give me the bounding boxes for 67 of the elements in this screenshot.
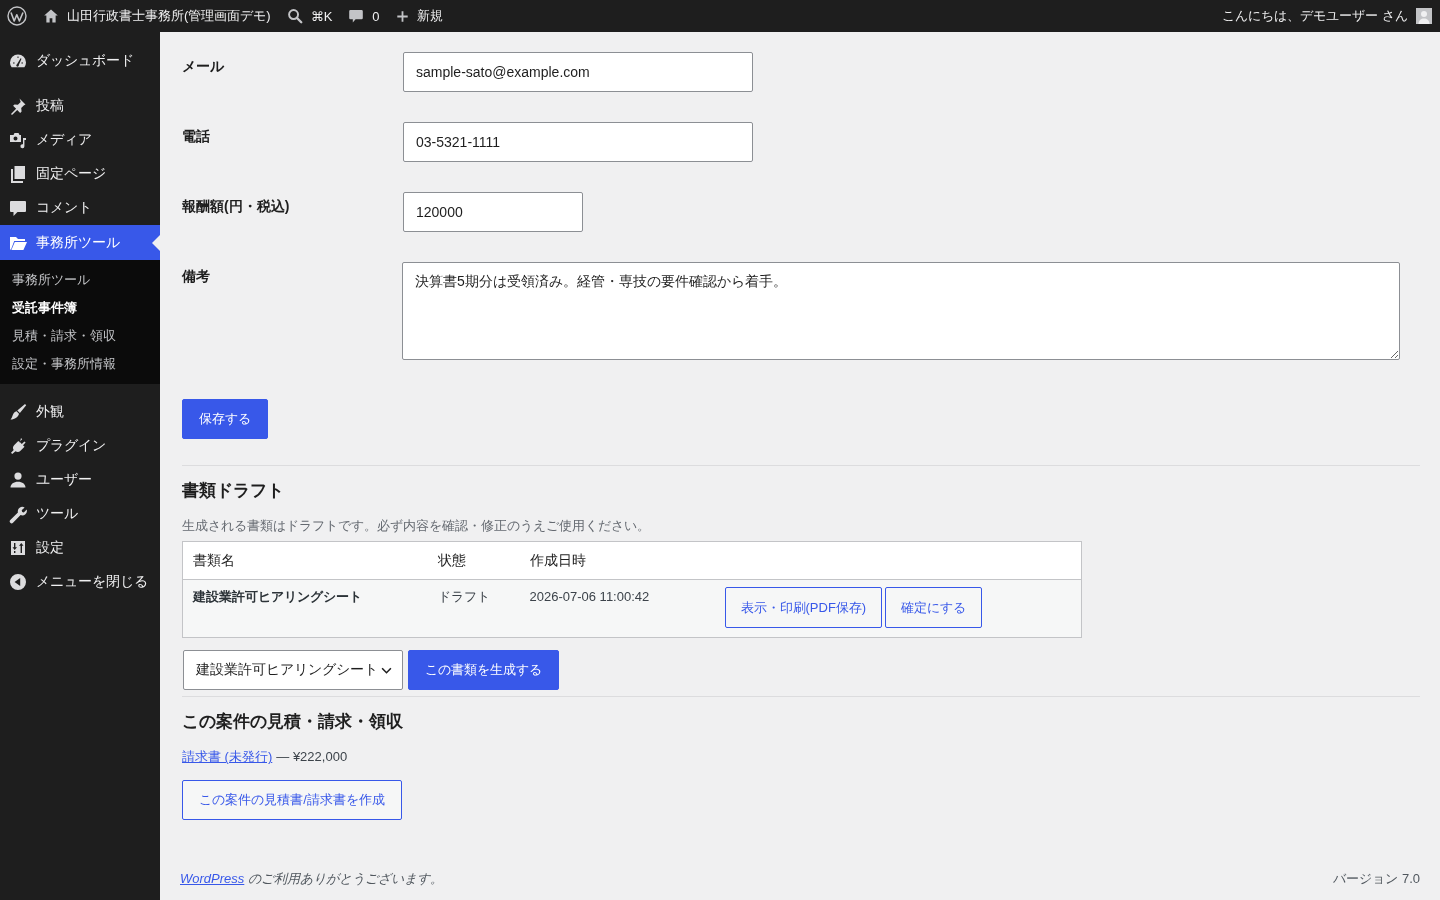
avatar-icon xyxy=(1416,8,1432,24)
textarea-field[interactable]: 決算書5期分は受領済み。経管・専技の要件確認から着手。 xyxy=(402,262,1400,360)
menu-item[interactable]: 外観 xyxy=(0,395,160,429)
field-label: 電話 xyxy=(182,127,210,146)
field-label: メール xyxy=(182,57,224,76)
input-field[interactable]: 03-5321-1111 xyxy=(403,122,753,162)
menu-item[interactable]: メディア xyxy=(0,123,160,157)
pin-icon xyxy=(8,96,28,116)
collapse-menu-button[interactable]: メニューを閉じる xyxy=(0,565,160,599)
invoice-amount: — ¥222,000 xyxy=(276,748,348,766)
number-field[interactable]: 120000 xyxy=(403,192,583,232)
search-button[interactable]: ⌘K xyxy=(278,0,341,32)
section-heading: この案件の見積・請求・領収 xyxy=(182,711,404,733)
menu-item[interactable]: 固定ページ xyxy=(0,157,160,191)
column-header: 作成日時 xyxy=(519,541,715,580)
table-cell: 建設業許可ヒアリングシート xyxy=(182,579,428,638)
create-estimate-button[interactable]: この案件の見積書/請求書を作成 xyxy=(182,780,402,820)
document-type-select[interactable]: 建設業許可ヒアリングシート xyxy=(183,650,403,690)
plus-icon xyxy=(395,9,409,23)
submenu-item[interactable]: 受託事件簿 xyxy=(0,294,160,322)
logo-icon[interactable] xyxy=(7,6,27,26)
wordpress-link[interactable]: WordPress xyxy=(180,871,245,886)
menu-item[interactable]: 投稿 xyxy=(0,89,160,123)
action-button[interactable]: 表示・印刷(PDF保存) xyxy=(724,587,883,628)
site-title-link[interactable]: 山田行政書士事務所(管理画面デモ) xyxy=(35,0,279,32)
save-button[interactable]: 保存する xyxy=(182,399,268,439)
field-label: 報酬額(円・税込) xyxy=(182,197,290,216)
section-heading: 書類ドラフト xyxy=(182,480,285,502)
new-content-link[interactable]: 新規 xyxy=(387,0,451,32)
section-description: 生成される書類はドラフトです。必ず内容を確認・修正のうえご使用ください。 xyxy=(182,517,651,535)
current-page-arrow-icon xyxy=(152,235,160,251)
generate-button[interactable]: この書類を生成する xyxy=(408,650,559,690)
menu-item[interactable]: プラグイン xyxy=(0,429,160,463)
plug-icon xyxy=(8,436,28,456)
collapse-arrow-icon xyxy=(8,572,28,592)
speech-bubble-icon xyxy=(8,198,28,218)
chevron-down-icon xyxy=(381,666,392,674)
submenu-item[interactable]: 設定・事務所情報 xyxy=(0,350,160,378)
menu-item[interactable]: 設定 xyxy=(0,531,160,565)
table-cell: 2026-07-06 11:00:42 xyxy=(519,579,715,638)
field-label: 備考 xyxy=(182,267,210,286)
account-link[interactable]: こんにちは、デモユーザー さん xyxy=(1214,0,1440,32)
footer-thanks: WordPress のご利用ありがとうございます。 xyxy=(180,870,443,888)
submenu-item[interactable]: 見積・請求・領収 xyxy=(0,322,160,350)
home-icon xyxy=(43,8,59,24)
version-text: バージョン 7.0 xyxy=(1333,870,1420,888)
menu-item[interactable]: ダッシュボード xyxy=(0,44,160,78)
search-icon xyxy=(286,8,303,24)
wrench-icon xyxy=(8,504,28,524)
menu-item[interactable]: ツール xyxy=(0,497,160,531)
menu-item[interactable]: コメント xyxy=(0,191,160,225)
pages-icon xyxy=(8,164,28,184)
sliders-icon xyxy=(8,538,28,558)
column-header: 書類名 xyxy=(182,541,428,580)
speech-bubble-icon xyxy=(348,8,365,24)
column-header: 状態 xyxy=(427,541,520,580)
media-icon xyxy=(8,130,28,150)
input-field[interactable]: sample-sato@example.com xyxy=(403,52,753,92)
table-cell: ドラフト xyxy=(427,579,520,638)
action-button[interactable]: 確定にする xyxy=(885,587,983,628)
comments-link[interactable]: 0 xyxy=(340,0,388,32)
brush-icon xyxy=(8,402,28,422)
menu-item[interactable]: ユーザー xyxy=(0,463,160,497)
submenu-item[interactable]: 事務所ツール xyxy=(0,266,160,294)
invoice-link[interactable]: 請求書 (未発行) xyxy=(182,747,273,767)
menu-item[interactable]: 事務所ツール xyxy=(0,225,160,260)
user-icon xyxy=(8,470,28,490)
